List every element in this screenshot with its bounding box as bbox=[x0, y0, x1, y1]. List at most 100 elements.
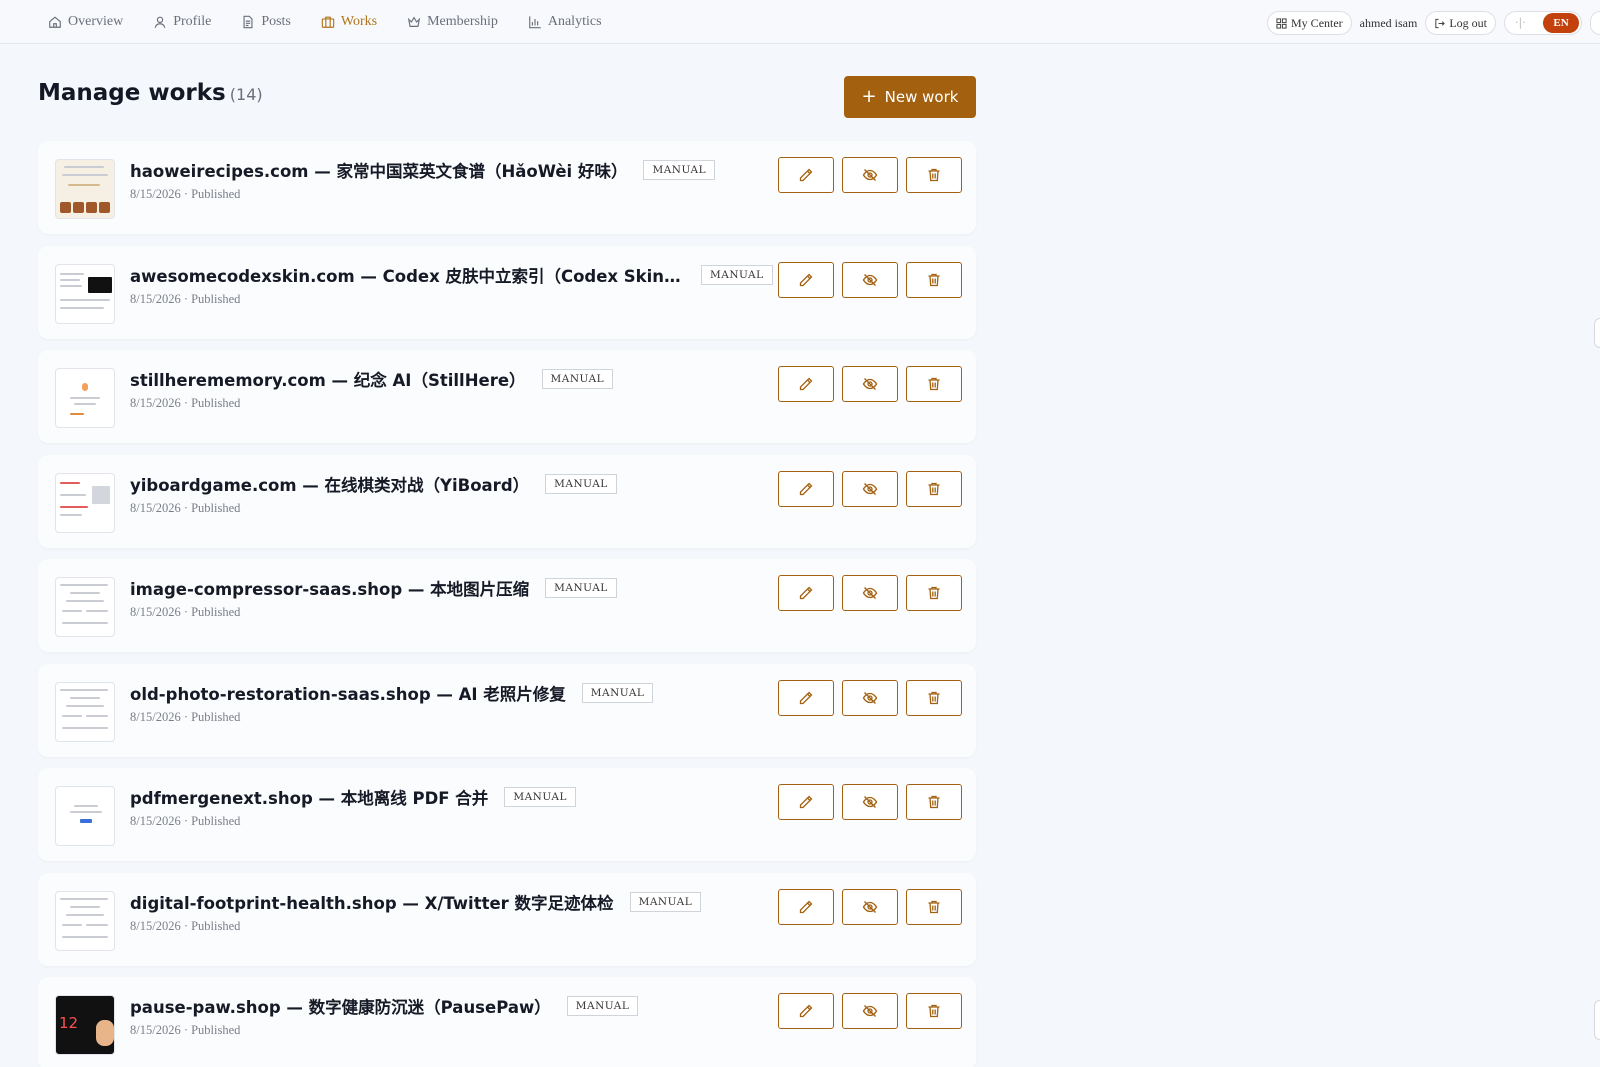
edit-button[interactable] bbox=[778, 784, 834, 820]
work-title[interactable]: stillherememory.com — 纪念 AI（StillHere） bbox=[130, 367, 526, 391]
hide-button[interactable] bbox=[842, 784, 898, 820]
work-title[interactable]: pdfmergenext.shop — 本地离线 PDF 合并 bbox=[130, 785, 488, 809]
pencil-icon bbox=[799, 377, 813, 391]
hide-button[interactable] bbox=[842, 366, 898, 402]
thumbnail-detail bbox=[62, 610, 82, 612]
hide-button[interactable] bbox=[842, 157, 898, 193]
delete-button[interactable] bbox=[906, 366, 962, 402]
thumbnail-detail bbox=[60, 493, 86, 496]
hide-button[interactable] bbox=[842, 679, 898, 716]
work-actions bbox=[778, 888, 962, 925]
pencil-icon bbox=[799, 482, 813, 495]
side-scroll-handle[interactable] bbox=[1594, 318, 1600, 348]
nav-membership[interactable]: Membership bbox=[407, 0, 498, 44]
thumbnail-detail bbox=[68, 184, 100, 186]
thumbnail-detail bbox=[70, 905, 100, 908]
work-card: image-compressor-saas.shop — 本地图片压缩 MANU… bbox=[38, 559, 976, 652]
my-center-button[interactable]: My Center bbox=[1267, 11, 1352, 35]
chart-icon bbox=[529, 16, 541, 29]
work-source-badge: MANUAL bbox=[504, 787, 576, 807]
thumbnail-detail bbox=[62, 714, 82, 717]
work-title[interactable]: digital-footprint-health.shop — X/Twitte… bbox=[130, 890, 614, 914]
thumbnail-detail bbox=[70, 696, 100, 699]
edit-button[interactable] bbox=[778, 679, 834, 716]
work-title-row: yiboardgame.com — 在线棋类对战（YiBoard） MANUAL bbox=[130, 472, 617, 496]
edit-button[interactable] bbox=[778, 470, 834, 507]
work-card: haoweirecipes.com — 家常中国菜英文食谱（HǎoWèi 好味）… bbox=[38, 141, 976, 234]
thumbnail-detail bbox=[70, 397, 100, 399]
logout-button[interactable]: Log out bbox=[1425, 11, 1496, 35]
work-card: 12 pause-paw.shop — 数字健康防沉迷（PausePaw） MA… bbox=[38, 977, 976, 1067]
briefcase-icon bbox=[321, 16, 335, 28]
language-toggle[interactable]: ·|· EN bbox=[1504, 11, 1582, 35]
work-actions bbox=[778, 784, 962, 820]
trash-icon bbox=[928, 586, 940, 600]
delete-button[interactable] bbox=[906, 157, 962, 193]
work-thumbnail[interactable] bbox=[55, 681, 115, 742]
work-thumbnail[interactable] bbox=[55, 368, 115, 428]
delete-button[interactable] bbox=[906, 993, 962, 1029]
work-title-row: pdfmergenext.shop — 本地离线 PDF 合并 MANUAL bbox=[130, 785, 576, 809]
edge-panel-handle[interactable] bbox=[1590, 11, 1600, 35]
work-title[interactable]: awesomecodexskin.com — Codex 皮肤中立索引（Code… bbox=[130, 263, 685, 287]
hide-button[interactable] bbox=[842, 261, 898, 298]
work-title[interactable]: yiboardgame.com — 在线棋类对战（YiBoard） bbox=[130, 472, 529, 496]
work-title[interactable]: haoweirecipes.com — 家常中国菜英文食谱（HǎoWèi 好味） bbox=[130, 158, 627, 182]
edit-button[interactable] bbox=[778, 157, 834, 193]
delete-button[interactable] bbox=[906, 575, 962, 611]
pencil-icon bbox=[799, 168, 813, 182]
edit-button[interactable] bbox=[778, 575, 834, 611]
nav-profile[interactable]: Profile bbox=[153, 0, 211, 44]
work-actions bbox=[778, 366, 962, 402]
thumbnail-detail bbox=[66, 913, 104, 916]
works-count: (14) bbox=[229, 85, 263, 104]
work-thumbnail[interactable] bbox=[55, 159, 115, 219]
delete-button[interactable] bbox=[906, 888, 962, 925]
thumbnail-detail bbox=[62, 935, 108, 938]
edit-button[interactable] bbox=[778, 366, 834, 402]
work-title[interactable]: old-photo-restoration-saas.shop — AI 老照片… bbox=[130, 681, 566, 705]
hide-button[interactable] bbox=[842, 470, 898, 507]
pencil-icon bbox=[799, 691, 813, 704]
edit-button[interactable] bbox=[778, 261, 834, 298]
grid-icon bbox=[1276, 17, 1287, 29]
delete-button[interactable] bbox=[906, 784, 962, 820]
nav-analytics[interactable]: Analytics bbox=[528, 0, 602, 44]
eye-off-icon bbox=[862, 900, 878, 913]
work-meta: 8/15/2026 · Published bbox=[130, 1023, 241, 1037]
hide-button[interactable] bbox=[842, 888, 898, 925]
work-actions bbox=[778, 679, 962, 716]
new-work-button[interactable]: + New work bbox=[844, 76, 976, 118]
edit-button[interactable] bbox=[778, 888, 834, 925]
work-title[interactable]: image-compressor-saas.shop — 本地图片压缩 bbox=[130, 576, 529, 600]
side-scroll-handle-bottom[interactable] bbox=[1594, 1000, 1600, 1040]
work-meta: 8/15/2026 · Published bbox=[130, 291, 241, 306]
work-thumbnail[interactable] bbox=[55, 786, 115, 846]
nav-works[interactable]: Works bbox=[321, 0, 377, 44]
work-thumbnail[interactable] bbox=[55, 577, 115, 637]
hide-button[interactable] bbox=[842, 993, 898, 1029]
work-thumbnail[interactable] bbox=[55, 890, 115, 951]
delete-button[interactable] bbox=[906, 470, 962, 507]
delete-button[interactable] bbox=[906, 679, 962, 716]
thumbnail-detail bbox=[88, 276, 112, 293]
work-thumbnail[interactable] bbox=[55, 472, 115, 533]
hide-button[interactable] bbox=[842, 575, 898, 611]
work-actions bbox=[778, 157, 962, 193]
edit-button[interactable] bbox=[778, 993, 834, 1029]
nav-works-label: Works bbox=[340, 14, 378, 29]
eye-off-icon bbox=[862, 587, 878, 599]
thumbnail-detail bbox=[60, 897, 108, 900]
work-actions bbox=[778, 470, 962, 507]
delete-button[interactable] bbox=[906, 261, 962, 298]
pencil-icon bbox=[799, 795, 813, 809]
work-thumbnail[interactable]: 12 bbox=[55, 995, 115, 1055]
nav-overview[interactable]: Overview bbox=[48, 0, 123, 44]
thumbnail-detail bbox=[73, 202, 84, 213]
nav-posts[interactable]: Posts bbox=[241, 0, 291, 44]
new-work-label: New work bbox=[884, 88, 959, 106]
work-title[interactable]: pause-paw.shop — 数字健康防沉迷（PausePaw） bbox=[130, 994, 551, 1018]
thumbnail-detail bbox=[60, 584, 108, 586]
work-thumbnail[interactable] bbox=[55, 263, 115, 324]
thumbnail-detail bbox=[92, 485, 110, 504]
